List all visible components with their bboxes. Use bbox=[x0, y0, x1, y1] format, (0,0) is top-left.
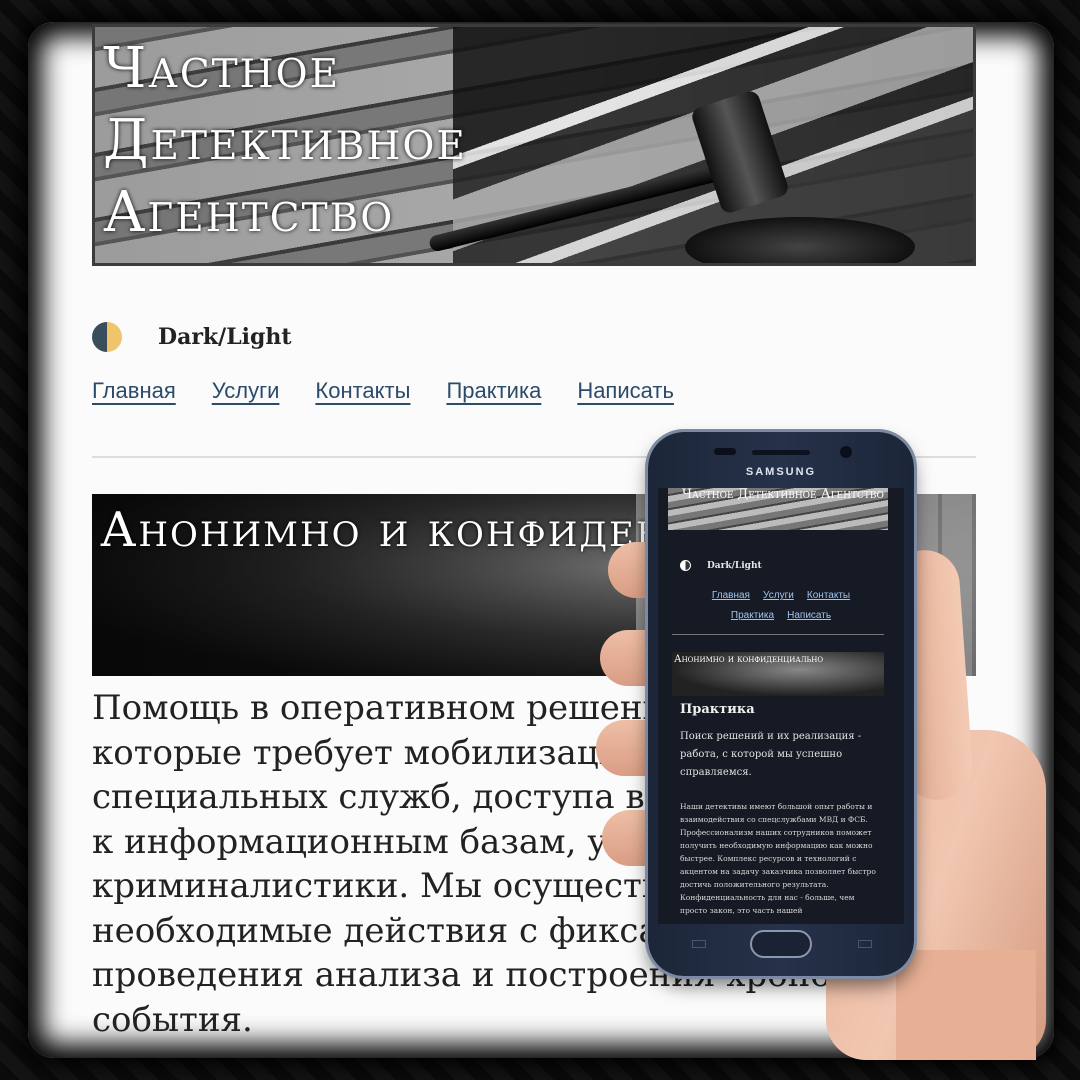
mobile-anonymity-banner: Анонимно и конфиденциально bbox=[672, 652, 884, 696]
mobile-nav-link-home[interactable]: Главная bbox=[712, 590, 750, 601]
phone-brand: SAMSUNG bbox=[745, 466, 817, 478]
mobile-theme-toggle[interactable]: Dark/Light bbox=[680, 560, 762, 571]
mobile-nav-link-contacts[interactable]: Контакты bbox=[807, 590, 850, 601]
sensor-icon bbox=[714, 448, 736, 455]
hero-banner: Частное Детективное Агентство bbox=[92, 24, 976, 266]
home-button[interactable] bbox=[750, 930, 812, 958]
smartphone: SAMSUNG Частное Детективное Агентство Da… bbox=[648, 432, 914, 976]
mobile-hero-title: Частное Детективное Агентство bbox=[682, 488, 884, 502]
nav-link-practice[interactable]: Практика bbox=[446, 378, 541, 404]
mobile-divider bbox=[672, 634, 884, 635]
back-key[interactable] bbox=[858, 940, 872, 948]
theme-toggle-label[interactable]: Dark/Light bbox=[158, 324, 292, 350]
recent-apps-key[interactable] bbox=[692, 940, 706, 948]
phone-screen: Частное Детективное Агентство Dark/Light… bbox=[658, 488, 904, 924]
half-moon-icon[interactable] bbox=[680, 560, 691, 571]
mobile-section-heading: Практика bbox=[680, 702, 755, 717]
nav-link-write[interactable]: Написать bbox=[577, 378, 674, 404]
mobile-nav-link-practice[interactable]: Практика bbox=[731, 610, 774, 621]
main-nav: Главная Услуги Контакты Практика Написат… bbox=[92, 378, 710, 404]
mobile-nav: Главная Услуги Контакты Практика Написат… bbox=[668, 584, 894, 624]
mobile-nav-link-write[interactable]: Написать bbox=[787, 610, 831, 621]
nav-link-home[interactable]: Главная bbox=[92, 378, 176, 404]
mobile-nav-link-services[interactable]: Услуги bbox=[763, 590, 794, 601]
front-camera-icon bbox=[840, 446, 852, 458]
half-moon-icon[interactable] bbox=[92, 322, 122, 352]
hero-title: Частное Детективное Агентство bbox=[103, 36, 467, 245]
mobile-hero-banner: Частное Детективное Агентство bbox=[668, 488, 888, 530]
nav-link-services[interactable]: Услуги bbox=[212, 378, 280, 404]
speaker-grille bbox=[752, 450, 810, 455]
mobile-body-text: Наши детективы имеют большой опыт работы… bbox=[680, 802, 876, 915]
nav-link-contacts[interactable]: Контакты bbox=[315, 378, 410, 404]
mobile-lead-text: Поиск решений и их реализация - работа, … bbox=[680, 731, 862, 778]
mobile-banner-title: Анонимно и конфиденциально bbox=[674, 654, 824, 665]
mobile-theme-toggle-label[interactable]: Dark/Light bbox=[707, 561, 762, 571]
theme-toggle[interactable]: Dark/Light bbox=[92, 322, 292, 352]
wrist-image bbox=[896, 950, 1036, 1060]
